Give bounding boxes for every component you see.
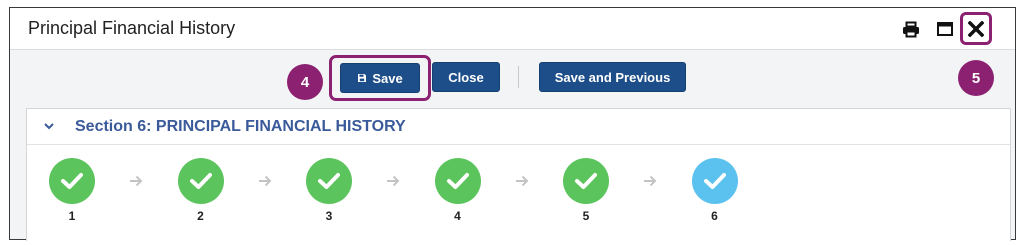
close-icon [968,20,984,37]
arrow-right-icon [257,173,273,189]
checkmark-icon [49,158,95,204]
step-number: 5 [582,209,590,223]
toolbar-divider [518,66,519,88]
checkmark-icon [563,158,609,204]
close-window-button[interactable] [960,12,992,45]
floppy-disk-icon [357,73,367,83]
close-button[interactable]: Close [432,62,500,92]
step-number: 1 [68,209,76,223]
checkmark-icon [177,158,224,204]
arrow-right-icon [128,173,144,189]
step-5[interactable]: 5 [563,158,609,224]
section-header[interactable]: Section 6: PRINCIPAL FINANCIAL HISTORY [27,109,1010,145]
action-toolbar: 4 Save Close Save and Previous [10,50,1015,106]
arrow-right-icon [642,173,658,189]
chevron-down-icon[interactable] [43,119,55,137]
arrow-right-icon [514,173,530,189]
step-number: 3 [325,209,333,223]
step-6[interactable]: 6 [691,158,738,224]
step-3[interactable]: 3 [306,158,352,224]
callout-badge-4: 4 [287,64,323,100]
save-button[interactable]: Save [340,63,420,93]
checkmark-icon [434,158,481,204]
dialog-window: Principal Financial History 4 Save Close… [9,7,1016,241]
step-number: 4 [454,209,461,223]
checkmark-icon [306,158,352,204]
step-number: 2 [197,209,204,223]
step-number: 6 [711,209,718,223]
save-button-label: Save [372,70,403,86]
checkmark-icon [691,158,738,204]
callout-badge-5: 5 [958,60,994,96]
step-4[interactable]: 4 [434,158,481,224]
step-2[interactable]: 2 [177,158,224,224]
section-panel: Section 6: PRINCIPAL FINANCIAL HISTORY 1… [26,108,1011,241]
arrow-right-icon [385,173,401,189]
maximize-icon[interactable] [934,19,956,39]
save-and-previous-button[interactable]: Save and Previous [539,62,686,92]
step-1[interactable]: 1 [49,158,95,224]
section-title: Section 6: PRINCIPAL FINANCIAL HISTORY [75,118,406,135]
title-bar: Principal Financial History [10,8,1015,50]
printer-icon[interactable] [900,19,922,39]
save-highlight: Save [329,55,431,101]
dialog-title: Principal Financial History [28,18,236,38]
